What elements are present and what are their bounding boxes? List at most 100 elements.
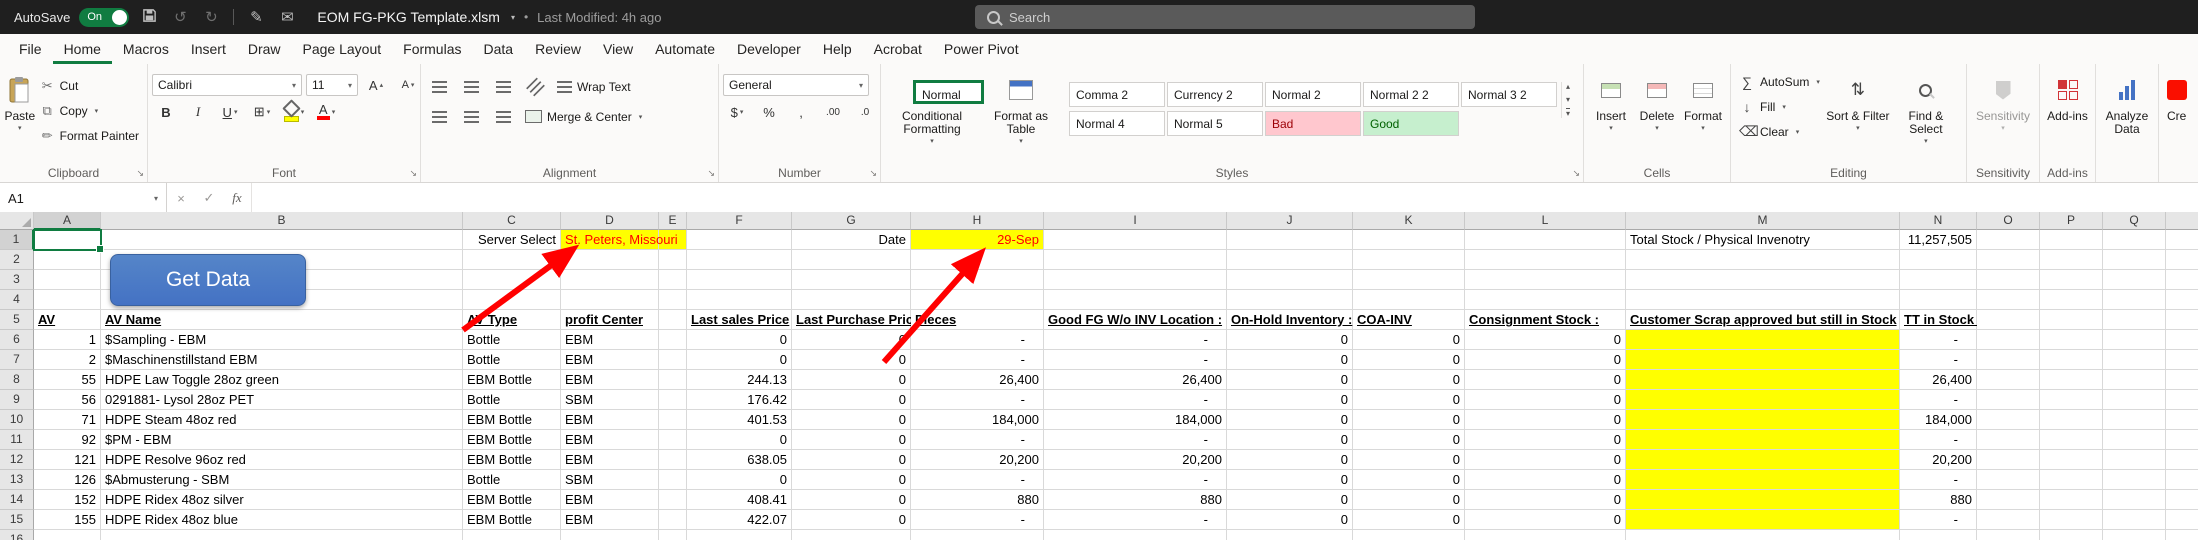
cell-L8[interactable]: 0 — [1465, 370, 1626, 390]
cell-M10[interactable] — [1626, 410, 1900, 430]
increase-font-size-button[interactable]: A▴ — [362, 74, 390, 96]
cell-extra-1[interactable] — [2166, 230, 2198, 250]
wrap-text-button[interactable]: Wrap Text — [553, 74, 635, 99]
cell-M4[interactable] — [1626, 290, 1900, 310]
cell-H15[interactable]: - — [911, 510, 1044, 530]
cell-P7[interactable] — [2040, 350, 2103, 370]
row-header-3[interactable]: 3 — [0, 270, 34, 290]
decrease-font-size-button[interactable]: A▾ — [394, 74, 422, 96]
column-header-O[interactable]: O — [1977, 212, 2040, 230]
cell-A4[interactable] — [34, 290, 101, 310]
cancel-button[interactable]: × — [167, 183, 195, 213]
menu-page-layout[interactable]: Page Layout — [292, 34, 393, 64]
cell-K5[interactable]: COA-INV — [1353, 310, 1465, 330]
cell-D2[interactable] — [561, 250, 659, 270]
undo-icon[interactable]: ↺ — [169, 8, 191, 26]
cell-G7[interactable]: 0 — [792, 350, 911, 370]
cell-O5[interactable] — [1977, 310, 2040, 330]
paste-button[interactable]: Paste▾ — [4, 69, 36, 133]
column-header-L[interactable]: L — [1465, 212, 1626, 230]
bold-button[interactable]: B — [152, 101, 180, 123]
cell-N7[interactable]: - — [1900, 350, 1977, 370]
cut-button[interactable]: ✂Cut — [36, 73, 143, 98]
cell-O7[interactable] — [1977, 350, 2040, 370]
cell-P11[interactable] — [2040, 430, 2103, 450]
cell-E7[interactable] — [659, 350, 687, 370]
cell-M9[interactable] — [1626, 390, 1900, 410]
cell-D1[interactable]: St. Peters, Missouri — [561, 230, 659, 250]
cell-L13[interactable]: 0 — [1465, 470, 1626, 490]
gallery-up-icon[interactable]: ▴ — [1566, 82, 1570, 91]
cell-H4[interactable] — [911, 290, 1044, 310]
cell-G8[interactable]: 0 — [792, 370, 911, 390]
cell-K1[interactable] — [1353, 230, 1465, 250]
row-header-9[interactable]: 9 — [0, 390, 34, 410]
cell-L4[interactable] — [1465, 290, 1626, 310]
cell-N13[interactable]: - — [1900, 470, 1977, 490]
cell-A7[interactable]: 2 — [34, 350, 101, 370]
cell-Q9[interactable] — [2103, 390, 2166, 410]
cell-P12[interactable] — [2040, 450, 2103, 470]
cell-M14[interactable] — [1626, 490, 1900, 510]
analyze-data-button[interactable]: Analyze Data — [2100, 69, 2154, 136]
cell-D8[interactable]: EBM — [561, 370, 659, 390]
cell-N10[interactable]: 184,000 — [1900, 410, 1977, 430]
cell-D12[interactable]: EBM — [561, 450, 659, 470]
menu-automate[interactable]: Automate — [644, 34, 726, 64]
cell-E9[interactable] — [659, 390, 687, 410]
cell-J12[interactable]: 0 — [1227, 450, 1353, 470]
row-header-16[interactable]: 16 — [0, 530, 34, 540]
font-dialog-launcher-icon[interactable]: ↘ — [409, 168, 417, 179]
format-painter-button[interactable]: ✏Format Painter — [36, 123, 143, 148]
cell-G14[interactable]: 0 — [792, 490, 911, 510]
cell-A10[interactable]: 71 — [34, 410, 101, 430]
cell-L14[interactable]: 0 — [1465, 490, 1626, 510]
column-header-E[interactable]: E — [659, 212, 687, 230]
cell-I16[interactable] — [1044, 530, 1227, 540]
menu-file[interactable]: File — [8, 34, 53, 64]
cell-Q2[interactable] — [2103, 250, 2166, 270]
cell-C16[interactable] — [463, 530, 561, 540]
cell-O14[interactable] — [1977, 490, 2040, 510]
cell-A13[interactable]: 126 — [34, 470, 101, 490]
cell-P1[interactable] — [2040, 230, 2103, 250]
number-format-select[interactable]: General▾ — [723, 74, 869, 96]
cell-H13[interactable]: - — [911, 470, 1044, 490]
accounting-format-button[interactable]: $▾ — [723, 101, 751, 123]
search-box[interactable]: Search — [975, 5, 1475, 29]
cell-G12[interactable]: 0 — [792, 450, 911, 470]
cell-O10[interactable] — [1977, 410, 2040, 430]
row-header-10[interactable]: 10 — [0, 410, 34, 430]
column-header-B[interactable]: B — [101, 212, 463, 230]
cell-K9[interactable]: 0 — [1353, 390, 1465, 410]
cell-K2[interactable] — [1353, 250, 1465, 270]
cell-C6[interactable]: Bottle — [463, 330, 561, 350]
cell-I13[interactable]: - — [1044, 470, 1227, 490]
cell-L16[interactable] — [1465, 530, 1626, 540]
cell-D5[interactable]: profit Center — [561, 310, 659, 330]
cell-A3[interactable] — [34, 270, 101, 290]
cell-N1[interactable]: 11,257,505 — [1900, 230, 1977, 250]
cell-M6[interactable] — [1626, 330, 1900, 350]
align-center-button[interactable] — [457, 106, 485, 128]
cell-Q4[interactable] — [2103, 290, 2166, 310]
column-header-P[interactable]: P — [2040, 212, 2103, 230]
cell-M13[interactable] — [1626, 470, 1900, 490]
gallery-more-icon[interactable]: ▾ — [1566, 108, 1570, 118]
cell-G1[interactable]: Date — [792, 230, 911, 250]
cell-H9[interactable]: - — [911, 390, 1044, 410]
cell-extra-8[interactable] — [2166, 370, 2198, 390]
cell-M16[interactable] — [1626, 530, 1900, 540]
draw-icon[interactable]: ✎ — [245, 8, 267, 26]
cell-H8[interactable]: 26,400 — [911, 370, 1044, 390]
cell-M1[interactable]: Total Stock / Physical Invenotry — [1626, 230, 1900, 250]
get-data-button[interactable]: Get Data — [110, 254, 306, 306]
cell-extra-16[interactable] — [2166, 530, 2198, 540]
redo-icon[interactable]: ↻ — [200, 8, 222, 26]
cell-O6[interactable] — [1977, 330, 2040, 350]
cell-K3[interactable] — [1353, 270, 1465, 290]
cell-C10[interactable]: EBM Bottle — [463, 410, 561, 430]
cell-L15[interactable]: 0 — [1465, 510, 1626, 530]
cell-B16[interactable] — [101, 530, 463, 540]
autosum-button[interactable]: ∑AutoSum▾ — [1735, 69, 1824, 94]
